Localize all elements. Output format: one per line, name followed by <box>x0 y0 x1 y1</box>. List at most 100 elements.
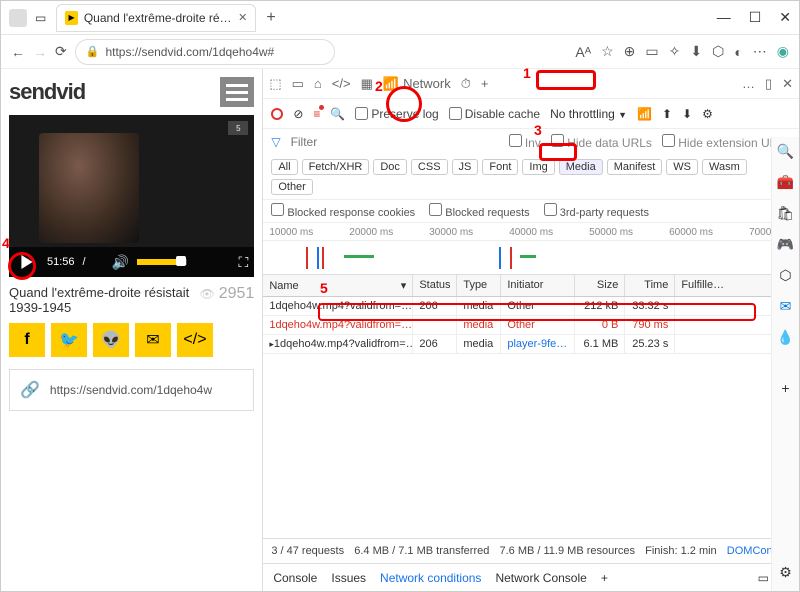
edge-sidebar: 🔍 🧰 🛍 🎮 ⬡ ✉ 💧 + ⚙ <box>771 137 799 591</box>
type-img[interactable]: Img <box>522 159 554 175</box>
type-doc[interactable]: Doc <box>373 159 407 175</box>
drawer-netconsole[interactable]: Network Console <box>495 571 586 585</box>
volume-icon[interactable]: 🔊 <box>112 254 129 271</box>
type-js[interactable]: JS <box>452 159 479 175</box>
preserve-log-checkbox[interactable]: Preserve log <box>355 107 438 121</box>
favorite-icon[interactable]: ☆ <box>601 43 614 60</box>
zoom-icon[interactable]: ⊕ <box>624 43 636 60</box>
user-badge-icon[interactable]: ◐ <box>734 44 742 60</box>
volume-slider[interactable] <box>137 259 187 265</box>
inspect-icon[interactable]: ⬚ <box>269 76 281 92</box>
drawer-dock-icon[interactable]: ▭ <box>758 571 769 585</box>
filter-toggle-icon[interactable]: ≡ <box>313 107 320 121</box>
table-row[interactable]: 1dqeho4w.mp4?validfrom=… media Other 0 B… <box>263 316 799 335</box>
network-toolbar: ⊘ ≡ 🔍 Preserve log Disable cache No thro… <box>263 99 799 129</box>
third-party-checkbox[interactable]: 3rd-party requests <box>544 203 649 219</box>
maximize-icon[interactable]: ☐ <box>749 9 762 26</box>
sidebar-add-icon[interactable]: + <box>781 380 789 396</box>
blocked-cookies-checkbox[interactable]: Blocked response cookies <box>271 203 415 219</box>
blocked-requests-checkbox[interactable]: Blocked requests <box>429 203 529 219</box>
new-tab-button[interactable]: + <box>262 9 279 27</box>
tab-close-icon[interactable]: ✕ <box>238 11 247 24</box>
more-icon[interactable]: ⋯ <box>753 43 767 60</box>
sources-tab-icon[interactable]: ▦ <box>361 76 373 92</box>
record-icon[interactable] <box>271 108 283 120</box>
hide-data-urls-checkbox[interactable]: Hide data URLs <box>551 134 652 150</box>
sidebar-search-icon[interactable]: 🔍 <box>777 143 794 160</box>
extensions-icon[interactable]: ⬡ <box>712 43 724 60</box>
settings-icon[interactable]: ⚙ <box>702 107 713 121</box>
minimize-icon[interactable]: — <box>717 9 731 26</box>
sidebar-tools-icon[interactable]: 🧰 <box>777 174 794 191</box>
type-css[interactable]: CSS <box>411 159 448 175</box>
sidebar-office-icon[interactable]: ⬡ <box>779 267 791 284</box>
clear-icon[interactable]: ⊘ <box>293 107 303 121</box>
devtools-more-icon[interactable]: … <box>742 76 755 91</box>
welcome-tab-icon[interactable]: ⌂ <box>314 76 322 91</box>
menu-icon[interactable] <box>220 77 254 107</box>
drawer-netcond[interactable]: Network conditions <box>380 571 481 585</box>
share-url: https://sendvid.com/1dqeho4w <box>50 383 212 397</box>
disable-cache-checkbox[interactable]: Disable cache <box>449 107 540 121</box>
type-ws[interactable]: WS <box>666 159 698 175</box>
type-manifest[interactable]: Manifest <box>607 159 663 175</box>
read-aloud-icon[interactable]: Aᴬ <box>575 44 591 60</box>
sidebar-outlook-icon[interactable]: ✉ <box>780 298 792 315</box>
back-icon[interactable]: ← <box>11 44 25 60</box>
sidebar-settings-icon[interactable]: ⚙ <box>779 564 792 581</box>
network-tab[interactable]: 📶Network <box>383 76 451 92</box>
type-other[interactable]: Other <box>271 179 313 195</box>
type-fetch[interactable]: Fetch/XHR <box>302 159 370 175</box>
sidebar-games-icon[interactable]: 🎮 <box>777 236 794 253</box>
drawer-console[interactable]: Console <box>273 571 317 585</box>
device-icon[interactable]: ▭ <box>292 76 304 92</box>
throttling-select[interactable]: No throttling ▼ <box>550 107 627 121</box>
reddit-button[interactable]: 👽 <box>93 323 129 357</box>
copilot-icon[interactable]: ◉ <box>777 43 789 60</box>
profile-icon[interactable] <box>9 9 27 27</box>
sort-icon[interactable]: ▾ <box>401 279 407 292</box>
type-font[interactable]: Font <box>482 159 518 175</box>
email-button[interactable]: ✉ <box>135 323 171 357</box>
time-separator: / <box>83 256 86 268</box>
drawer-add-icon[interactable]: + <box>601 571 608 585</box>
tab-overview-icon[interactable]: ▭ <box>35 11 46 25</box>
refresh-icon[interactable]: ⟳ <box>55 43 67 60</box>
type-media[interactable]: Media <box>559 159 603 175</box>
sidebar-drop-icon[interactable]: 💧 <box>777 329 794 346</box>
tab-title: Quand l'extrême-droite résistait <box>84 11 232 25</box>
collections-icon[interactable]: ▭ <box>645 43 658 60</box>
network-conditions-icon[interactable]: 📶 <box>637 107 652 121</box>
browser-tab[interactable]: ▶ Quand l'extrême-droite résistait ✕ <box>56 4 256 32</box>
eye-icon: 👁 <box>200 287 215 301</box>
embed-button[interactable]: </> <box>177 323 213 357</box>
type-wasm[interactable]: Wasm <box>702 159 747 175</box>
funnel-icon[interactable]: ▽ <box>271 135 280 149</box>
search-icon[interactable]: 🔍 <box>330 107 345 121</box>
export-icon[interactable]: ⬇ <box>682 107 692 121</box>
table-row[interactable]: ▸ 1dqeho4w.mp4?validfrom=… 206 media pla… <box>263 335 799 354</box>
tabs-add-icon[interactable]: + <box>481 76 489 91</box>
play-button[interactable] <box>15 250 39 274</box>
video-player[interactable]: 5 51:56 / 🔊 ⛶ <box>9 115 254 277</box>
type-all[interactable]: All <box>271 159 297 175</box>
performance-tab-icon[interactable]: ⏱ <box>461 76 471 92</box>
fullscreen-icon[interactable]: ⛶ <box>239 254 249 271</box>
drawer-issues[interactable]: Issues <box>331 571 366 585</box>
elements-tab-icon[interactable]: </> <box>332 76 351 91</box>
import-icon[interactable]: ⬆ <box>662 107 672 121</box>
devtools-close-icon[interactable]: ✕ <box>782 76 793 92</box>
favorites-bar-icon[interactable]: ✧ <box>669 43 681 60</box>
filter-input[interactable] <box>291 135 371 149</box>
twitter-button[interactable]: 🐦 <box>51 323 87 357</box>
url-input[interactable]: 🔒 https://sendvid.com/1dqeho4w# <box>75 39 335 65</box>
sidebar-shopping-icon[interactable]: 🛍 <box>777 205 795 222</box>
downloads-icon[interactable]: ⬇ <box>690 43 702 60</box>
table-row[interactable]: 1dqeho4w.mp4?validfrom=… 206 media Other… <box>263 297 799 316</box>
devtools-dock-icon[interactable]: ▯ <box>765 76 772 92</box>
network-timeline[interactable]: 10000 ms 20000 ms 30000 ms 40000 ms 5000… <box>263 223 799 275</box>
site-logo[interactable]: sendvid <box>9 79 85 105</box>
share-url-box[interactable]: 🔗 https://sendvid.com/1dqeho4w <box>9 369 254 411</box>
facebook-button[interactable]: f <box>9 323 45 357</box>
close-icon[interactable]: ✕ <box>779 9 791 26</box>
